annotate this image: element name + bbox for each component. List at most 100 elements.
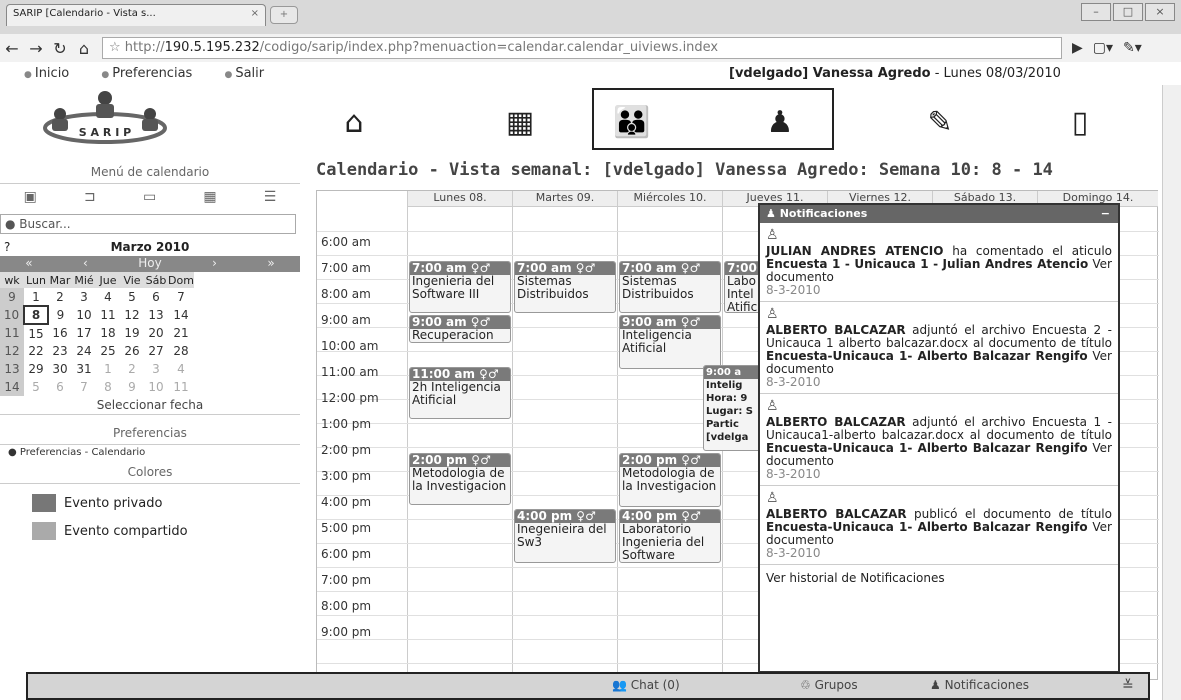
play-icon[interactable]: ▶ xyxy=(1072,40,1083,56)
week-view-icon[interactable]: ▭ xyxy=(143,189,156,205)
time-label: 9:00 pm xyxy=(321,625,372,639)
day-header[interactable]: Martes 09. xyxy=(513,191,617,207)
next-month-button[interactable]: › xyxy=(212,256,217,272)
calendar-event[interactable]: 7:00 am ♀♂ Sistemas Distribuidos xyxy=(619,261,721,313)
new-event-icon[interactable]: ▣ xyxy=(24,189,37,205)
home-icon[interactable]: ⌂ xyxy=(334,103,374,143)
week-row: 91234567 xyxy=(0,288,194,306)
sidebar-title: Menú de calendario xyxy=(0,160,300,184)
door-exit-icon[interactable]: ▯ xyxy=(1060,103,1100,143)
url-path: /codigo/sarip/index.php?menuaction=calen… xyxy=(259,40,719,55)
close-tab-icon[interactable]: × xyxy=(251,8,259,19)
shared-swatch xyxy=(32,522,56,540)
colors-title: Colores xyxy=(0,460,300,484)
groups-button[interactable]: ♲ Grupos xyxy=(800,678,858,692)
time-label: 1:00 pm xyxy=(321,417,372,431)
week-row: 10 8 9 10 11 12 13 14 xyxy=(0,305,194,325)
calendar-event-detail[interactable]: 9:00 a Intelig Hora: 9 Lugar: S Partic [v… xyxy=(703,365,763,451)
chat-button[interactable]: 👥 Chat (0) xyxy=(612,678,680,692)
wrench-icon[interactable]: ✎▾ xyxy=(1123,40,1142,56)
notification-item[interactable]: ♙ ALBERTO BALCAZAR adjuntó el archivo En… xyxy=(760,302,1118,394)
new-tab-button[interactable]: + xyxy=(270,6,298,24)
page-menu-icon[interactable]: ▢▾ xyxy=(1093,40,1113,56)
calendar-app-icon[interactable]: ▦ xyxy=(500,103,540,143)
today-button[interactable]: Hoy xyxy=(138,256,161,272)
day-column xyxy=(407,191,408,681)
today-cell[interactable]: 8 xyxy=(23,305,49,325)
calendar-event[interactable]: 7:00 am ♀♂ Sistemas Distribuidos xyxy=(514,261,616,313)
notification-history-link[interactable]: Ver historial de Notificaciones xyxy=(760,565,1118,591)
help-icon[interactable]: ? xyxy=(4,238,10,256)
calendar-event[interactable]: 4:00 pm ♀♂ Laboratorio Ingenieria del Sof… xyxy=(619,509,721,563)
prev-month-button[interactable]: ‹ xyxy=(83,256,88,272)
page-scrollbar[interactable] xyxy=(1162,85,1181,700)
reload-icon[interactable]: ↻ xyxy=(48,39,72,58)
notification-item[interactable]: ♙ ALBERTO BALCAZAR adjuntó el archivo En… xyxy=(760,394,1118,486)
month-view-icon[interactable]: ▦ xyxy=(203,189,216,205)
week-row: 13 29 30 31 1 2 3 4 xyxy=(0,360,194,378)
maximize-icon[interactable]: □ xyxy=(1113,3,1143,21)
calendar-event[interactable]: 11:00 am ♀♂ 2h Inteligencia Atificial xyxy=(409,367,511,419)
forward-icon[interactable]: → xyxy=(24,39,48,58)
day-column xyxy=(512,191,513,681)
calendar-event[interactable]: 2:00 pm ♀♂ Metodologia de la Investigacio… xyxy=(619,453,721,507)
time-label: 7:00 am xyxy=(321,261,371,275)
browser-tab[interactable]: SARIP [Calendario - Vista s... × xyxy=(6,4,266,26)
notes-icon[interactable]: ✎ xyxy=(920,103,960,143)
prev-year-button[interactable]: « xyxy=(25,256,32,272)
calendar-event[interactable]: 9:00 am ♀♂ Recuperacion xyxy=(409,315,511,343)
users-group-icon[interactable]: 👪 xyxy=(612,103,652,143)
close-window-icon[interactable]: × xyxy=(1145,3,1175,21)
notifications-header: ♟ Notificaciones − xyxy=(760,205,1118,223)
collapse-bar-icon[interactable]: ≚ xyxy=(1122,678,1134,694)
user-name: [vdelgado] Vanessa Agredo xyxy=(729,66,931,81)
menu-preferencias[interactable]: ● Preferencias xyxy=(101,66,206,81)
person-icon[interactable]: ♟ xyxy=(760,103,800,143)
bottom-bar: 👥 Chat (0) ♲ Grupos ♟ Notificaciones ≚ xyxy=(26,672,1150,700)
calendar-sidebar: Menú de calendario ▣ ⊐ ▭ ▦ ☰ ● Buscar...… xyxy=(0,160,300,700)
time-label: 7:00 pm xyxy=(321,573,372,587)
search-input[interactable]: ● Buscar... xyxy=(0,214,296,234)
preferences-calendar-link[interactable]: ● Preferencias - Calendario xyxy=(0,445,300,460)
weekday-header: wk Lun Mar Mié Jue Vie Sáb Dom xyxy=(0,272,194,288)
sarip-logo[interactable]: S A R I P xyxy=(30,88,180,146)
time-label: 2:00 pm xyxy=(321,443,372,457)
notifications-panel: ♟ Notificaciones − ♙ JULIAN ANDRES ATENCI… xyxy=(758,203,1120,673)
next-year-button[interactable]: » xyxy=(267,256,274,272)
user-info: [vdelgado] Vanessa Agredo - Lunes 08/03/… xyxy=(729,66,1061,81)
minimize-icon[interactable]: – xyxy=(1081,3,1111,21)
calendar-event[interactable]: 2:00 pm ♀♂ Metodologia de la Investigacio… xyxy=(409,453,511,505)
user-icon: ♙ xyxy=(766,490,779,506)
day-view-icon[interactable]: ⊐ xyxy=(84,189,96,205)
calendar-title: Calendario - Vista semanal: [vdelgado] V… xyxy=(316,160,1053,180)
time-label: 9:00 am xyxy=(321,313,371,327)
mini-calendar-nav: « ‹ Hoy › » xyxy=(0,256,300,272)
home-browser-icon[interactable]: ⌂ xyxy=(72,39,96,58)
time-label: 8:00 pm xyxy=(321,599,372,613)
day-header[interactable]: Lunes 08. xyxy=(408,191,512,207)
notification-item[interactable]: ♙ ALBERTO BALCAZAR publicó el documento … xyxy=(760,486,1118,565)
user-icon: ♙ xyxy=(766,306,779,322)
back-icon[interactable]: ← xyxy=(0,39,24,58)
list-view-icon[interactable]: ☰ xyxy=(264,189,277,205)
day-header[interactable]: Miércoles 10. xyxy=(618,191,722,207)
address-bar[interactable]: ☆ http://190.5.195.232/codigo/sarip/inde… xyxy=(102,37,1062,59)
time-label: 12:00 pm xyxy=(321,391,379,405)
notifications-button[interactable]: ♟ Notificaciones xyxy=(930,678,1029,692)
menu-salir[interactable]: ● Salir xyxy=(224,66,278,81)
menu-inicio[interactable]: ● Inicio xyxy=(24,66,83,81)
sidebar-toolbar: ▣ ⊐ ▭ ▦ ☰ xyxy=(0,184,300,210)
minimize-panel-icon[interactable]: − xyxy=(1101,205,1110,223)
user-icon: ♙ xyxy=(766,227,779,243)
bookmark-star-icon[interactable]: ☆ xyxy=(109,40,125,55)
logo-text: S A R I P xyxy=(79,126,131,139)
calendar-event[interactable]: 4:00 pm ♀♂ Inegenieira del Sw3 xyxy=(514,509,616,563)
select-date-button[interactable]: Seleccionar fecha xyxy=(0,396,300,415)
calendar-event[interactable]: 9:00 am ♀♂ Inteligencia Atificial xyxy=(619,315,721,369)
chat-icon: 👥 xyxy=(612,678,631,692)
calendar-event[interactable]: 7:00 am ♀♂ Ingenieria del Software III xyxy=(409,261,511,313)
legend-private: Evento privado xyxy=(32,494,300,512)
time-label: 5:00 pm xyxy=(321,521,372,535)
tab-title: SARIP [Calendario - Vista s... xyxy=(13,8,156,19)
notification-item[interactable]: ♙ JULIAN ANDRES ATENCIO ha comentado el … xyxy=(760,223,1118,302)
